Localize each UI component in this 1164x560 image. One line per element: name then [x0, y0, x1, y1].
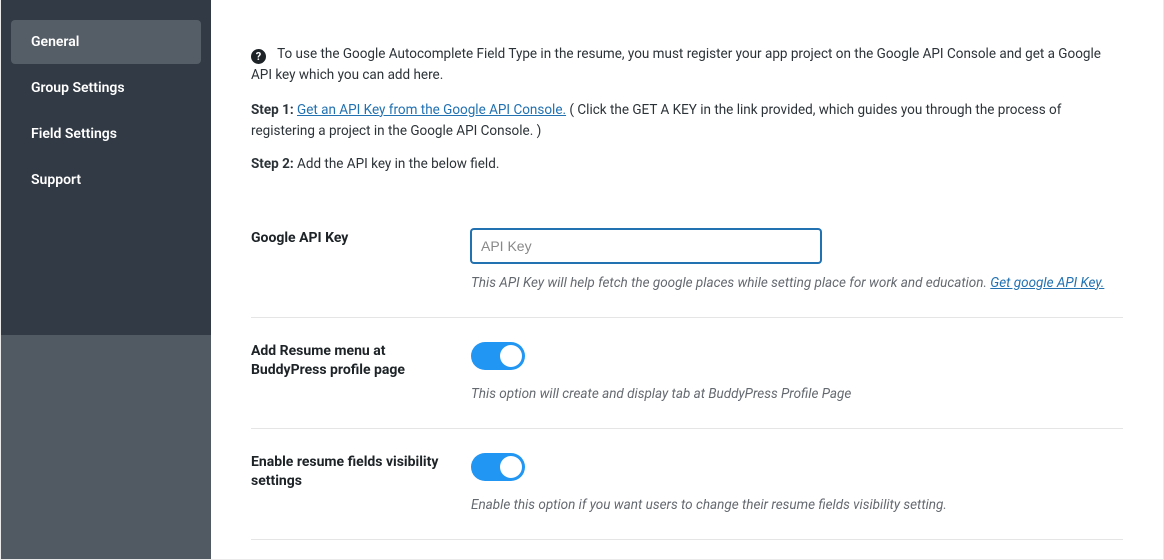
get-api-key-link[interactable]: Get google API Key.	[990, 275, 1104, 291]
toggle-knob-icon	[500, 345, 522, 367]
resume-menu-description: This option will create and display tab …	[471, 384, 1123, 404]
sidebar-spacer	[1, 335, 211, 559]
step-1-link[interactable]: Get an API Key from the Google API Conso…	[297, 102, 566, 118]
visibility-toggle[interactable]	[471, 453, 525, 481]
settings-content: ? To use the Google Autocomplete Field T…	[211, 0, 1163, 559]
step-1: Step 1: Get an API Key from the Google A…	[251, 100, 1123, 142]
api-key-desc-text: This API Key will help fetch the google …	[471, 275, 990, 291]
step-2: Step 2: Add the API key in the below fie…	[251, 154, 1123, 175]
row-resume-menu: Add Resume menu at BuddyPress profile pa…	[251, 317, 1123, 428]
settings-sidebar: General Group Settings Field Settings Su…	[1, 0, 211, 559]
row-api-key: Google API Key This API Key will help fe…	[251, 205, 1123, 318]
settings-form: Google API Key This API Key will help fe…	[251, 205, 1123, 541]
nav-label: Group Settings	[31, 80, 125, 96]
step-2-text: Add the API key in the below field.	[297, 156, 499, 172]
api-key-description: This API Key will help fetch the google …	[471, 273, 1123, 293]
label-api-key: Google API Key	[251, 205, 471, 318]
row-visibility: Enable resume fields visibility settings…	[251, 429, 1123, 540]
intro-body: To use the Google Autocomplete Field Typ…	[251, 46, 1101, 83]
nav-group-settings[interactable]: Group Settings	[11, 66, 201, 110]
info-icon: ?	[251, 49, 266, 64]
toggle-knob-icon	[500, 456, 522, 478]
nav-support[interactable]: Support	[11, 158, 201, 202]
nav-general[interactable]: General	[11, 20, 201, 64]
nav-label: Support	[31, 172, 81, 188]
step-1-prefix: Step 1:	[251, 102, 297, 118]
label-visibility: Enable resume fields visibility settings	[251, 429, 471, 540]
step-2-prefix: Step 2:	[251, 156, 297, 172]
label-resume-menu: Add Resume menu at BuddyPress profile pa…	[251, 317, 471, 428]
visibility-description: Enable this option if you want users to …	[471, 495, 1123, 515]
nav-label: General	[31, 34, 79, 50]
intro-text: ? To use the Google Autocomplete Field T…	[251, 44, 1123, 86]
nav-label: Field Settings	[31, 126, 117, 142]
nav-field-settings[interactable]: Field Settings	[11, 112, 201, 156]
resume-menu-toggle[interactable]	[471, 342, 525, 370]
settings-panel: General Group Settings Field Settings Su…	[0, 0, 1164, 560]
google-api-key-input[interactable]	[471, 229, 821, 263]
